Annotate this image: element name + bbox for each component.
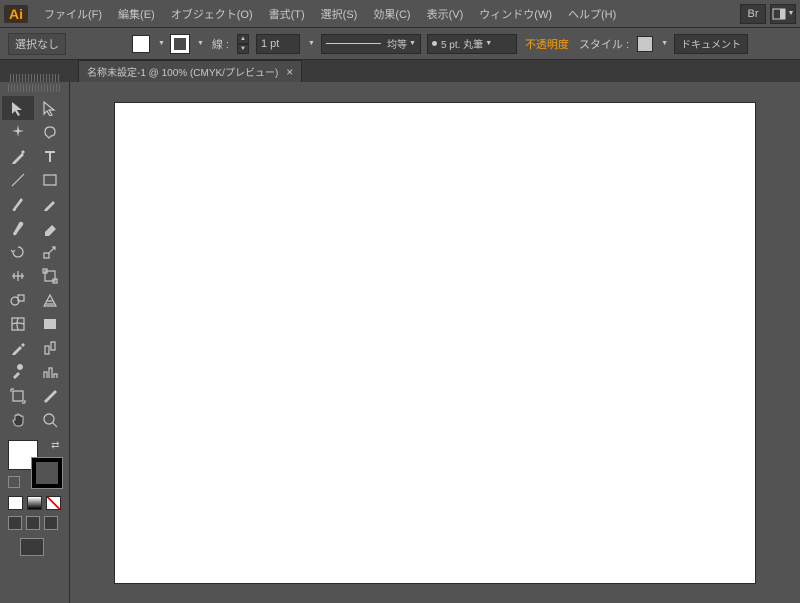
zoom-tool[interactable] xyxy=(34,408,66,432)
stroke-profile-dropdown[interactable]: 均等▼ xyxy=(321,34,421,54)
draw-mode-row xyxy=(0,512,69,534)
stroke-weight-input[interactable] xyxy=(256,34,300,54)
bridge-button[interactable]: Br xyxy=(740,4,766,24)
magic-wand-tool[interactable] xyxy=(2,120,34,144)
menu-object[interactable]: オブジェクト(O) xyxy=(163,2,261,26)
color-mode-row xyxy=(0,494,69,512)
menu-bar: Ai ファイル(F) 編集(E) オブジェクト(O) 書式(T) 選択(S) 効… xyxy=(0,0,800,28)
menu-type[interactable]: 書式(T) xyxy=(261,2,313,26)
fill-stroke-control: ⇄ xyxy=(8,440,62,488)
blend-tool[interactable] xyxy=(34,336,66,360)
stroke-color[interactable] xyxy=(32,458,62,488)
brush-dropdown[interactable]: 5 pt. 丸筆▼ xyxy=(427,34,517,54)
menu-effect[interactable]: 効果(C) xyxy=(365,2,418,26)
workspace-switcher[interactable]: ▼ xyxy=(770,4,796,24)
rotate-tool[interactable] xyxy=(2,240,34,264)
document-tab-bar: 名称未設定-1 @ 100% (CMYK/プレビュー) × xyxy=(0,60,800,82)
selection-tool[interactable] xyxy=(2,96,34,120)
direct-selection-tool[interactable] xyxy=(34,96,66,120)
document-tab[interactable]: 名称未設定-1 @ 100% (CMYK/プレビュー) × xyxy=(78,60,302,82)
blob-brush-tool[interactable] xyxy=(2,216,34,240)
color-mode-solid[interactable] xyxy=(8,496,23,510)
stroke-dropdown-icon[interactable]: ▼ xyxy=(197,40,204,47)
perspective-grid-tool[interactable] xyxy=(34,288,66,312)
fill-swatch[interactable] xyxy=(132,35,150,53)
tool-panel-grip[interactable] xyxy=(8,84,61,92)
tool-panel: ⇄ xyxy=(0,82,70,603)
control-bar: 選択なし ▼ ▼ 線 : ▲▼ ▼ 均等▼ 5 pt. 丸筆▼ 不透明度 スタイ… xyxy=(0,28,800,60)
artboard[interactable] xyxy=(115,103,755,583)
app-logo: Ai xyxy=(4,5,28,23)
menu-window[interactable]: ウィンドウ(W) xyxy=(471,2,560,26)
selection-status: 選択なし xyxy=(8,33,66,55)
slice-tool[interactable] xyxy=(34,384,66,408)
draw-inside[interactable] xyxy=(44,516,58,530)
screen-mode-row xyxy=(0,534,69,560)
stroke-label: 線 : xyxy=(212,36,229,52)
opacity-label[interactable]: 不透明度 xyxy=(525,36,569,52)
canvas-area[interactable] xyxy=(70,82,800,603)
stroke-weight-dropdown-icon[interactable]: ▼ xyxy=(308,40,315,47)
eraser-tool[interactable] xyxy=(34,216,66,240)
menu-file[interactable]: ファイル(F) xyxy=(36,2,110,26)
screen-mode-button[interactable] xyxy=(20,538,44,556)
stroke-weight-stepper[interactable]: ▲▼ xyxy=(237,34,249,54)
fill-dropdown-icon[interactable]: ▼ xyxy=(158,40,165,47)
column-graph-tool[interactable] xyxy=(34,360,66,384)
document-tab-title: 名称未設定-1 @ 100% (CMYK/プレビュー) xyxy=(87,64,278,79)
menu-view[interactable]: 表示(V) xyxy=(419,2,472,26)
shape-builder-tool[interactable] xyxy=(2,288,34,312)
scale-tool[interactable] xyxy=(34,240,66,264)
menu-edit[interactable]: 編集(E) xyxy=(110,2,163,26)
stroke-swatch[interactable] xyxy=(171,35,189,53)
width-tool[interactable] xyxy=(2,264,34,288)
menu-select[interactable]: 選択(S) xyxy=(313,2,366,26)
brush-label: 5 pt. 丸筆 xyxy=(441,36,483,51)
color-mode-none[interactable] xyxy=(46,496,61,510)
default-fill-stroke[interactable] xyxy=(8,476,20,488)
lasso-tool[interactable] xyxy=(34,120,66,144)
mesh-tool[interactable] xyxy=(2,312,34,336)
paintbrush-tool[interactable] xyxy=(2,192,34,216)
type-tool[interactable] xyxy=(34,144,66,168)
artboard-tool[interactable] xyxy=(2,384,34,408)
main-area: ⇄ xyxy=(0,82,800,603)
line-tool[interactable] xyxy=(2,168,34,192)
menu-help[interactable]: ヘルプ(H) xyxy=(560,2,624,26)
pen-tool[interactable] xyxy=(2,144,34,168)
swap-fill-stroke-icon[interactable]: ⇄ xyxy=(51,440,59,451)
document-setup-button[interactable]: ドキュメント xyxy=(674,34,748,54)
hand-tool[interactable] xyxy=(2,408,34,432)
gradient-tool[interactable] xyxy=(34,312,66,336)
bridge-label: Br xyxy=(748,8,759,20)
free-transform-tool[interactable] xyxy=(34,264,66,288)
symbol-sprayer-tool[interactable] xyxy=(2,360,34,384)
color-mode-gradient[interactable] xyxy=(27,496,42,510)
style-swatch[interactable] xyxy=(637,36,653,52)
style-dropdown-icon[interactable]: ▼ xyxy=(661,40,668,47)
rectangle-tool[interactable] xyxy=(34,168,66,192)
draw-behind[interactable] xyxy=(26,516,40,530)
style-label: スタイル : xyxy=(579,36,629,52)
stroke-profile-label: 均等 xyxy=(387,36,407,51)
eyedropper-tool[interactable] xyxy=(2,336,34,360)
pencil-tool[interactable] xyxy=(34,192,66,216)
close-tab-icon[interactable]: × xyxy=(286,65,293,79)
draw-normal[interactable] xyxy=(8,516,22,530)
tab-grip[interactable] xyxy=(10,74,60,82)
